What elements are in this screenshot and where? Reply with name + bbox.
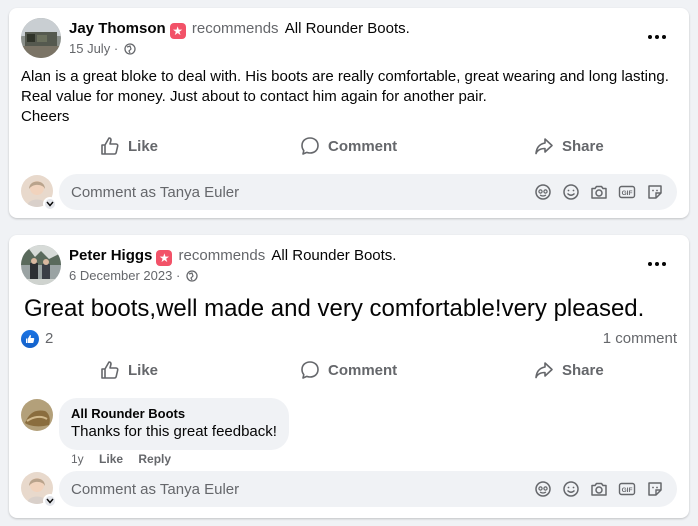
camera-icon[interactable] — [585, 178, 613, 206]
svg-text:GIF: GIF — [622, 487, 633, 494]
post-meta: 15 July · — [69, 41, 136, 59]
comment-button[interactable]: Comment — [300, 128, 397, 164]
globe-icon — [124, 43, 136, 59]
reply-reply-link[interactable]: Reply — [138, 452, 171, 466]
emoji-icon[interactable] — [557, 475, 585, 503]
comment-tools: GIF — [529, 174, 669, 210]
post-actions: Like Comment Share — [9, 128, 689, 164]
reply-text: Thanks for this great feedback! — [71, 423, 277, 440]
gif-icon[interactable]: GIF — [613, 475, 641, 503]
recommend-star-icon: ★ — [169, 23, 186, 39]
more-options-icon[interactable] — [645, 25, 669, 49]
recommend-verb: recommends — [178, 247, 266, 264]
post-text-line: Alan is a great bloke to deal with. His … — [21, 68, 669, 85]
current-user-avatar[interactable] — [21, 175, 57, 211]
like-label: Like — [128, 361, 159, 379]
comment-tools: GIF — [529, 471, 669, 507]
reactions-summary: 2 1 comment — [21, 329, 677, 349]
comment-label: Comment — [328, 137, 398, 155]
meta-separator: · — [172, 268, 184, 283]
page-name[interactable]: All Rounder Boots. — [271, 247, 396, 264]
post-text-line: Cheers — [21, 108, 70, 125]
like-label: Like — [128, 137, 159, 155]
reaction-count[interactable]: 2 — [45, 330, 53, 347]
comment-bubble-icon — [301, 137, 319, 155]
commenter-avatar[interactable] — [21, 399, 53, 431]
chevron-down-icon[interactable] — [43, 494, 57, 508]
post-header: Peter Higgs ★ recommends All Rounder Boot… — [69, 247, 396, 266]
comment-count[interactable]: 1 comment — [603, 330, 677, 347]
comment-input[interactable] — [71, 480, 371, 498]
like-button[interactable]: Like — [100, 128, 158, 164]
like-reaction-icon[interactable] — [21, 330, 39, 348]
gif-icon[interactable]: GIF — [613, 178, 641, 206]
post-body: Alan is a great bloke to deal with. His … — [21, 67, 677, 127]
comment-composer: GIF — [9, 174, 689, 211]
chevron-down-icon[interactable] — [43, 197, 57, 211]
globe-icon — [186, 270, 198, 286]
thumbs-up-icon — [101, 137, 119, 155]
post-text-line: Real value for money. Just about to cont… — [21, 88, 487, 105]
post-card: Jay Thomson ★ recommends All Rounder Boot… — [9, 8, 689, 218]
post-body: Great boots,well made and very comfortab… — [24, 295, 645, 322]
post-header: Jay Thomson ★ recommends All Rounder Boot… — [69, 20, 410, 39]
reply-like-link[interactable]: Like — [99, 452, 123, 466]
reply-bubble: All Rounder Boots Thanks for this great … — [59, 398, 289, 450]
comment-box[interactable]: GIF — [59, 174, 677, 210]
reply-age[interactable]: 1y — [71, 452, 84, 466]
author-name[interactable]: Jay Thomson — [69, 20, 166, 37]
comment-label: Comment — [328, 361, 398, 379]
post-date[interactable]: 6 December 2023 — [69, 268, 172, 283]
comment-input[interactable] — [71, 183, 371, 201]
author-avatar[interactable] — [21, 245, 61, 285]
share-button[interactable]: Share — [534, 352, 604, 388]
sticker-icon[interactable] — [641, 475, 669, 503]
post-card: Peter Higgs ★ recommends All Rounder Boot… — [9, 235, 689, 518]
thumbs-up-icon — [101, 361, 119, 379]
comment-composer: GIF — [9, 471, 689, 508]
post-actions: Like Comment Share — [9, 352, 689, 388]
share-arrow-icon — [535, 138, 553, 155]
comment-button[interactable]: Comment — [300, 352, 397, 388]
comment-bubble-icon — [301, 361, 319, 379]
share-arrow-icon — [535, 362, 553, 379]
current-user-avatar[interactable] — [21, 472, 57, 508]
emoji-icon[interactable] — [557, 178, 585, 206]
share-label: Share — [562, 361, 604, 379]
comment-box[interactable]: GIF — [59, 471, 677, 507]
reply-author[interactable]: All Rounder Boots — [71, 406, 277, 422]
sticker-icon[interactable] — [641, 178, 669, 206]
avatar-sticker-icon[interactable] — [529, 178, 557, 206]
avatar-sticker-icon[interactable] — [529, 475, 557, 503]
post-meta: 6 December 2023 · — [69, 268, 198, 286]
svg-text:GIF: GIF — [622, 190, 633, 197]
post-date[interactable]: 15 July — [69, 41, 110, 56]
share-label: Share — [562, 137, 604, 155]
recommend-star-icon: ★ — [156, 250, 173, 266]
camera-icon[interactable] — [585, 475, 613, 503]
meta-separator: · — [110, 41, 122, 56]
author-name[interactable]: Peter Higgs — [69, 247, 152, 264]
author-avatar[interactable] — [21, 18, 61, 58]
like-button[interactable]: Like — [100, 352, 158, 388]
share-button[interactable]: Share — [534, 128, 604, 164]
reply-meta: 1y Like Reply — [71, 452, 183, 466]
page-name[interactable]: All Rounder Boots. — [285, 20, 410, 37]
more-options-icon[interactable] — [645, 252, 669, 276]
recommend-verb: recommends — [191, 20, 279, 37]
